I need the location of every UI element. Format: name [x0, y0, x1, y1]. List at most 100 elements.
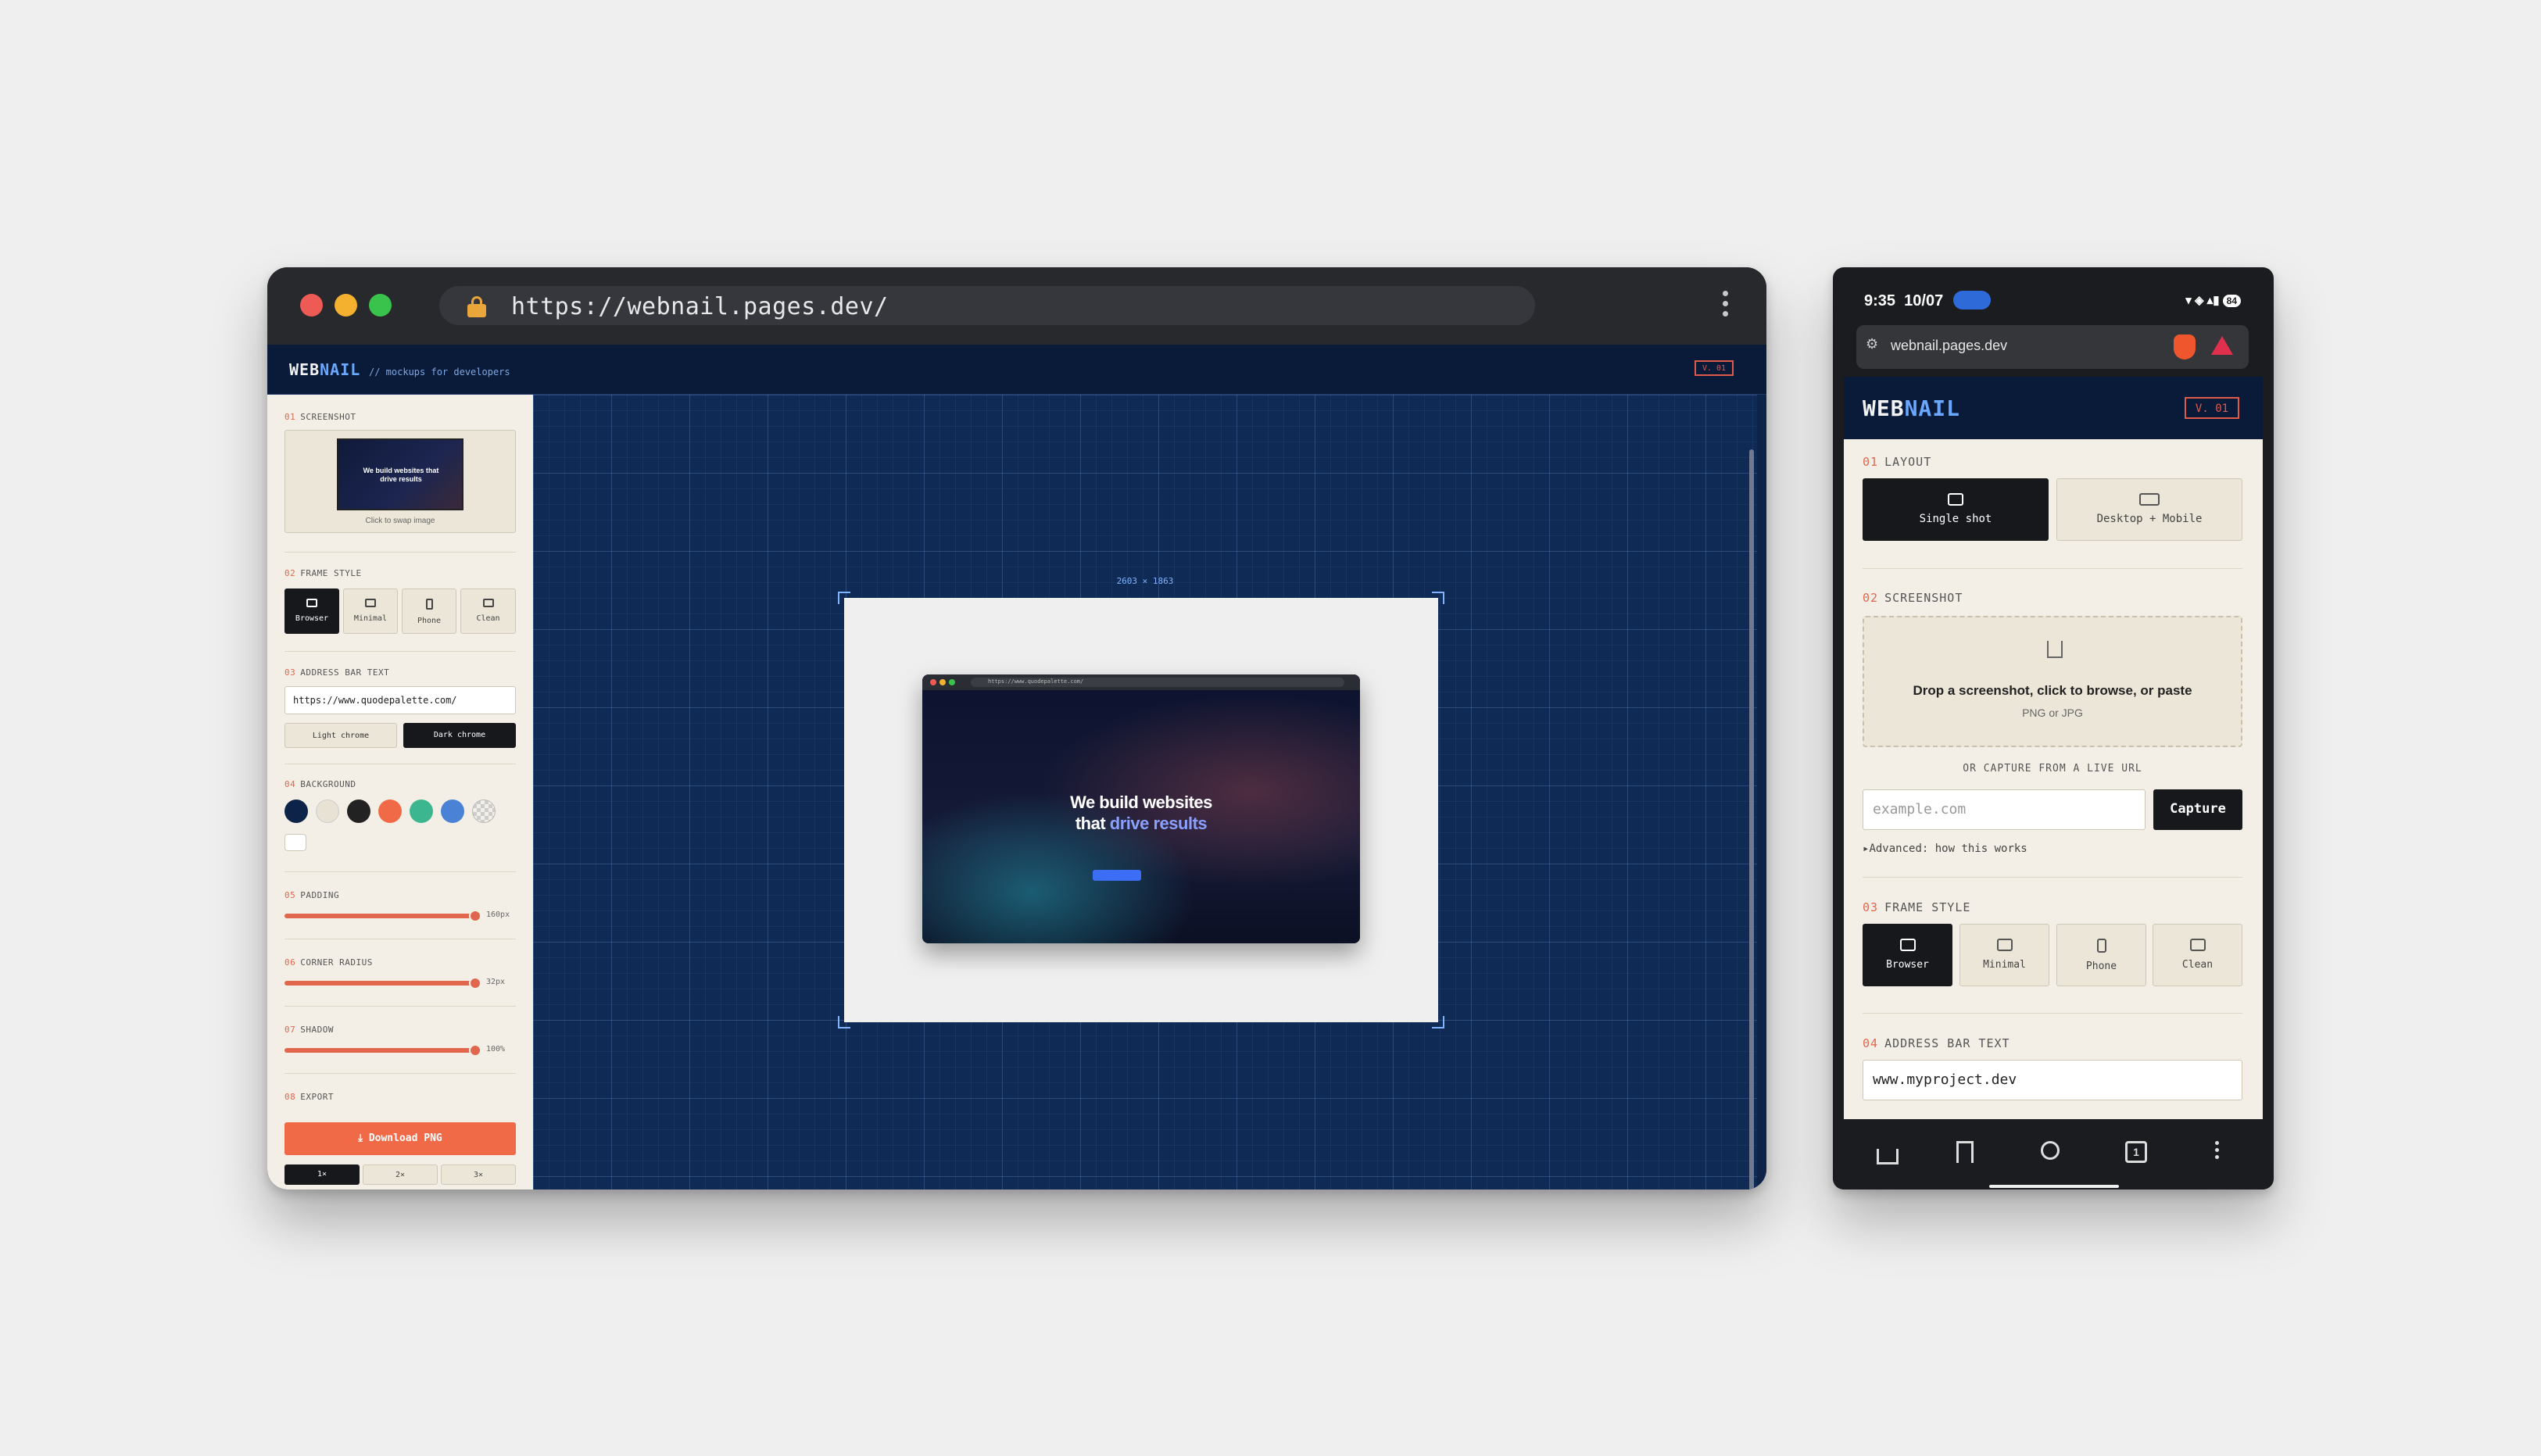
phone-frame-phone-button[interactable]: Phone	[2056, 924, 2146, 986]
shadow-slider-handle[interactable]	[469, 1044, 481, 1057]
phone-address-input[interactable]: www.myproject.dev	[1863, 1060, 2242, 1100]
rewards-icon[interactable]	[2211, 336, 2233, 355]
divider	[1863, 1013, 2242, 1014]
more-menu-icon[interactable]	[1721, 291, 1729, 322]
screenshot-thumbnail-box[interactable]: We build websites that drive results Cli…	[285, 430, 516, 533]
frame-minimal-button[interactable]: Minimal	[343, 588, 398, 634]
layout-single-shot-button[interactable]: Single shot	[1863, 478, 2049, 541]
swatch-navy[interactable]	[285, 800, 308, 823]
screenshot-dropzone[interactable]: Drop a screenshot, click to browse, or p…	[1863, 616, 2242, 747]
status-time: 9:35 10/07	[1864, 292, 1944, 309]
divider	[285, 651, 516, 652]
app-tagline: // mockups for developers	[369, 367, 510, 377]
minimal-icon	[1996, 939, 2013, 951]
phone-app-logo[interactable]: WEBNAIL	[1863, 395, 1960, 421]
phone-frame-browser-button[interactable]: Browser	[1863, 924, 1952, 986]
padding-value: 160px	[486, 910, 510, 919]
mockup-browser-frame: https://www.quodepalette.com/ We build w…	[922, 674, 1360, 943]
swatch-black[interactable]	[347, 800, 370, 823]
download-png-button[interactable]: ⤓ Download PNG	[285, 1122, 516, 1155]
section-label-export: 08 EXPORT	[285, 1092, 334, 1102]
bookmark-icon[interactable]	[1956, 1141, 1974, 1163]
section-label-frame-style: 03 FRAME STYLE	[1863, 900, 1971, 914]
phone-frame-minimal-button[interactable]: Minimal	[1959, 924, 2049, 986]
capture-button[interactable]: Capture	[2153, 789, 2242, 830]
scale-3x-button[interactable]: 3×	[441, 1164, 516, 1185]
browser-icon	[306, 599, 317, 607]
address-url: https://webnail.pages.dev/	[511, 293, 889, 320]
minimize-dot[interactable]	[335, 294, 357, 317]
dimension-label: 2603 × 1863	[1116, 576, 1174, 586]
lock-icon	[467, 296, 486, 317]
app-logo[interactable]: WEBNAIL	[289, 360, 360, 379]
padding-slider[interactable]	[285, 914, 475, 918]
swatch-blue[interactable]	[441, 800, 464, 823]
logo-part-b: NAIL	[320, 360, 361, 379]
single-shot-icon	[1948, 493, 1963, 506]
brave-shield-icon[interactable]	[2174, 334, 2196, 360]
layout-desktop-mobile-button[interactable]: Desktop + Mobile	[2056, 478, 2242, 541]
maximize-dot[interactable]	[369, 294, 392, 317]
dropzone-title: Drop a screenshot, click to browse, or p…	[1913, 683, 2192, 698]
corner-radius-slider[interactable]	[285, 981, 475, 986]
section-label-address-bar: 04 ADDRESS BAR TEXT	[1863, 1036, 2010, 1050]
mockup-minimize-dot	[939, 679, 946, 685]
phone-address-bar[interactable]: ⚙ webnail.pages.dev	[1856, 325, 2249, 369]
dark-chrome-button[interactable]: Dark chrome	[403, 723, 516, 748]
phone-mockup: 9:35 10/07 ▾ ◈ ▴▮ 84 ⚙ webnail.pages.dev…	[1833, 267, 2274, 1189]
screenshot-thumbnail: We build websites that drive results	[337, 438, 463, 510]
divider	[1863, 568, 2242, 569]
close-dot[interactable]	[300, 294, 323, 317]
mockup-cta	[1093, 870, 1141, 881]
status-icons: ▾ ◈ ▴▮ 84	[2185, 293, 2241, 307]
divider	[285, 1006, 516, 1007]
custom-color-picker[interactable]	[285, 834, 306, 851]
menu-icon[interactable]	[2213, 1141, 2221, 1164]
phone-url: webnail.pages.dev	[1891, 338, 2008, 353]
mockup-close-dot	[930, 679, 936, 685]
section-label-padding: 05 PADDING	[285, 890, 340, 900]
tabs-icon[interactable]: 1	[2125, 1141, 2147, 1163]
advanced-toggle[interactable]: ▸Advanced: how this works	[1863, 842, 2027, 855]
address-bar-input[interactable]: https://www.quodepalette.com/	[285, 686, 516, 714]
shadow-value: 100%	[486, 1045, 506, 1054]
swatch-orange[interactable]	[378, 800, 402, 823]
frame-clean-button[interactable]: Clean	[460, 588, 516, 634]
light-chrome-button[interactable]: Light chrome	[285, 723, 397, 748]
mockup-output: https://www.quodepalette.com/ We build w…	[844, 598, 1438, 1022]
swatch-transparent[interactable]	[472, 800, 496, 823]
shadow-slider[interactable]	[285, 1048, 475, 1053]
webnail-app: WEBNAIL // mockups for developers V. 01 …	[267, 345, 1766, 1189]
site-settings-icon[interactable]: ⚙	[1866, 336, 1878, 352]
phone-app-header: WEBNAIL V. 01	[1844, 377, 2263, 439]
canvas-scrollbar[interactable]	[1749, 449, 1754, 1189]
battery-badge: 84	[2222, 295, 2241, 307]
scale-1x-button[interactable]: 1×	[285, 1164, 360, 1185]
phone-bottom-nav: 1	[1833, 1119, 2274, 1189]
corner-radius-slider-handle[interactable]	[469, 977, 481, 989]
mockup-chrome: https://www.quodepalette.com/	[922, 674, 1360, 690]
divider	[285, 552, 516, 553]
capture-url-input[interactable]: example.com	[1863, 789, 2146, 830]
home-icon[interactable]	[1877, 1149, 1899, 1164]
preview-canvas: 2603 × 1863 https://www.quodepalette.com…	[533, 395, 1757, 1189]
section-label-screenshot: 01 SCREENSHOT	[285, 412, 356, 422]
frame-phone-button[interactable]: Phone	[402, 588, 456, 634]
swap-image-caption: Click to swap image	[365, 517, 435, 525]
scale-2x-button[interactable]: 2×	[363, 1164, 438, 1185]
frame-browser-button[interactable]: Browser	[285, 588, 339, 634]
phone-app: WEBNAIL V. 01 01 LAYOUT Single shot Deskt…	[1844, 377, 2263, 1119]
section-label-shadow: 07 SHADOW	[285, 1025, 334, 1035]
sidebar: 01 SCREENSHOT We build websites that driv…	[267, 395, 533, 1189]
swatch-green[interactable]	[410, 800, 433, 823]
logo-part-a: WEB	[289, 360, 320, 379]
address-bar[interactable]: https://webnail.pages.dev/	[439, 286, 1535, 325]
desktop-browser-mockup: https://webnail.pages.dev/ WEBNAIL // mo…	[267, 267, 1766, 1189]
padding-slider-handle[interactable]	[469, 910, 481, 922]
phone-frame-clean-button[interactable]: Clean	[2153, 924, 2242, 986]
thumbnail-title: We build websites that drive results	[363, 467, 439, 483]
divider	[285, 871, 516, 872]
section-label-frame-style: 02 FRAME STYLE	[285, 568, 362, 578]
search-icon[interactable]	[2041, 1141, 2060, 1160]
swatch-cream[interactable]	[316, 800, 339, 823]
